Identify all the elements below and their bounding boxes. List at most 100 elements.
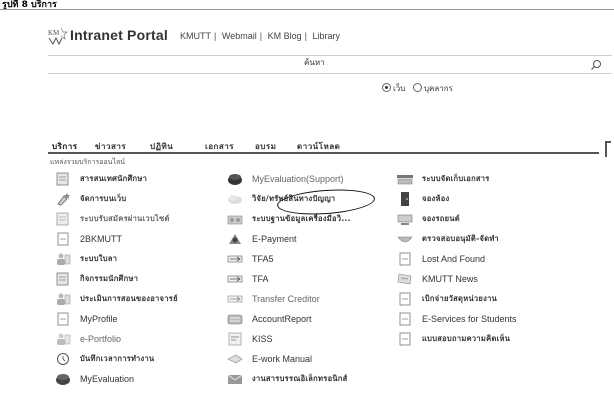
- service-myevaluation-support[interactable]: MyEvaluation(Support): [226, 171, 344, 187]
- kiss-icon: [228, 332, 242, 346]
- people-icon: [57, 293, 71, 305]
- link-kmutt[interactable]: KMUTT: [180, 31, 211, 41]
- search-bar: [48, 56, 612, 72]
- link-webmail[interactable]: Webmail: [222, 31, 257, 41]
- service-label: กิจกรรมนักศึกษา: [80, 274, 139, 283]
- star-edit-icon: [57, 193, 70, 206]
- service-label: สารสนเทศนักศึกษา: [80, 174, 148, 183]
- service-tfa[interactable]: TFA: [226, 271, 269, 287]
- radio-staff-label: บุคลากร: [423, 84, 453, 93]
- service-label: แบบสอบถามความคิดเห็น: [422, 334, 511, 343]
- news-icon: [397, 273, 412, 285]
- service-e-portfolio[interactable]: e-Portfolio: [54, 331, 121, 347]
- document-icon: [56, 212, 69, 226]
- tab-divider: [48, 152, 599, 154]
- service-teaching-evaluation[interactable]: ประเมินการสอนของอาจารย์: [54, 291, 178, 307]
- page-icon: [399, 292, 411, 306]
- report-icon: [227, 314, 243, 325]
- km-logo-icon: KM: [48, 27, 68, 46]
- service-label: MyProfile: [80, 314, 118, 324]
- tab-panel-edge: [605, 141, 611, 157]
- service-e-document[interactable]: งานสารบรรณอิเล็กทรอนิกส์: [226, 371, 348, 387]
- service-instrument-db[interactable]: ระบบฐานข้อมูลเครื่องมือวิ...: [226, 211, 351, 227]
- service-label: KMUTT News: [422, 274, 478, 284]
- search-scope-options: เว็บ บุคลากร: [382, 82, 453, 95]
- cloud-icon: [228, 195, 242, 204]
- service-transfer-creditor[interactable]: Transfer Creditor: [226, 291, 320, 307]
- portal-title: Intranet Portal: [70, 27, 168, 43]
- service-label: จัดการบนเว็บ: [80, 194, 127, 203]
- service-supply-withdrawal[interactable]: เบิกจ่ายวัสดุหน่วยงาน: [396, 291, 497, 307]
- service-label: MyEvaluation(Support): [252, 174, 344, 184]
- service-myprofile[interactable]: MyProfile: [54, 311, 118, 327]
- page-icon: [399, 312, 411, 326]
- service-survey[interactable]: แบบสอบถามความคิดเห็น: [396, 331, 510, 347]
- service-account-report[interactable]: AccountReport: [226, 311, 312, 327]
- people-icon: [57, 253, 71, 265]
- service-label: ประเมินการสอนของอาจารย์: [80, 294, 178, 303]
- service-label: จองห้อง: [422, 194, 450, 203]
- service-label: TFA: [252, 274, 269, 284]
- car-icon: [397, 214, 413, 225]
- service-lost-and-found[interactable]: Lost And Found: [396, 251, 485, 267]
- service-label: วิจัย/ทรัพย์สินทางปัญญา: [252, 194, 336, 203]
- service-label: บันทึกเวลาการทำงาน: [80, 354, 155, 363]
- transfer-icon: [227, 295, 243, 303]
- service-label: ตรวจสอบอนุมัติ-จัดทำ: [422, 234, 499, 243]
- service-kiss[interactable]: KISS: [226, 331, 273, 347]
- service-label: ระบบฐานข้อมูลเครื่องมือวิ...: [252, 214, 351, 223]
- service-document-storage[interactable]: ระบบจัดเก็บเอกสาร: [396, 171, 490, 187]
- globe-icon: [228, 174, 242, 185]
- radio-web-label: เว็บ: [393, 84, 406, 93]
- manual-icon: [227, 354, 243, 364]
- service-research-ip[interactable]: วิจัย/ทรัพย์สินทางปัญญา: [226, 191, 335, 207]
- bowl-icon: [397, 236, 413, 243]
- svg-text:KM: KM: [48, 29, 60, 37]
- service-2bkmutt[interactable]: 2BKMUTT: [54, 231, 122, 247]
- service-label: e-Portfolio: [80, 334, 122, 344]
- radio-staff[interactable]: [412, 83, 422, 92]
- service-label: ระบบใบลา: [80, 254, 118, 263]
- service-myevaluation[interactable]: MyEvaluation: [54, 371, 134, 387]
- service-label: E-Services for Students: [422, 314, 517, 324]
- clock-icon: [57, 353, 69, 365]
- people-icon: [57, 333, 71, 345]
- service-web-admission[interactable]: ระบบรับสมัครผ่านเวบไซต์: [54, 211, 170, 227]
- service-label: จองรถยนต์: [422, 214, 460, 223]
- payment-icon: [229, 234, 241, 244]
- service-label: Transfer Creditor: [252, 294, 320, 304]
- service-time-record[interactable]: บันทึกเวลาการทำงาน: [54, 351, 154, 367]
- transfer-icon: [227, 275, 243, 283]
- service-tfa5[interactable]: TFA5: [226, 251, 274, 267]
- document-icon: [56, 172, 69, 186]
- transfer-icon: [227, 255, 243, 263]
- service-label: AccountReport: [252, 314, 312, 324]
- service-label: E-work Manual: [252, 354, 313, 364]
- link-library[interactable]: Library: [312, 31, 340, 41]
- search-icon[interactable]: [590, 59, 602, 71]
- service-approval-check[interactable]: ตรวจสอบอนุมัติ-จัดทำ: [396, 231, 499, 247]
- service-e-services-students[interactable]: E-Services for Students: [396, 311, 517, 327]
- mail-icon: [227, 374, 243, 384]
- service-student-info[interactable]: สารสนเทศนักศึกษา: [54, 171, 147, 187]
- service-label: MyEvaluation: [80, 374, 135, 384]
- globe-icon: [56, 374, 70, 385]
- instrument-icon: [227, 215, 243, 225]
- service-e-payment[interactable]: E-Payment: [226, 231, 297, 247]
- service-car-booking[interactable]: จองรถยนต์: [396, 211, 460, 227]
- service-room-booking[interactable]: จองห้อง: [396, 191, 449, 207]
- service-label: E-Payment: [252, 234, 297, 244]
- scanner-icon: [397, 175, 413, 185]
- service-ework-manual[interactable]: E-work Manual: [226, 351, 312, 367]
- document-icon: [56, 272, 69, 286]
- service-web-management[interactable]: จัดการบนเว็บ: [54, 191, 126, 207]
- door-icon: [401, 192, 409, 206]
- radio-web[interactable]: [382, 83, 391, 92]
- link-km-blog[interactable]: KM Blog: [268, 31, 302, 41]
- service-kmutt-news[interactable]: KMUTT News: [396, 271, 478, 287]
- service-leave-system[interactable]: ระบบใบลา: [54, 251, 117, 267]
- service-student-activities[interactable]: กิจกรรมนักศึกษา: [54, 271, 138, 287]
- services-caption: แหล่งรวมบริการออนไลน์: [50, 158, 126, 166]
- service-label: TFA5: [252, 254, 274, 264]
- search-input[interactable]: [304, 58, 504, 67]
